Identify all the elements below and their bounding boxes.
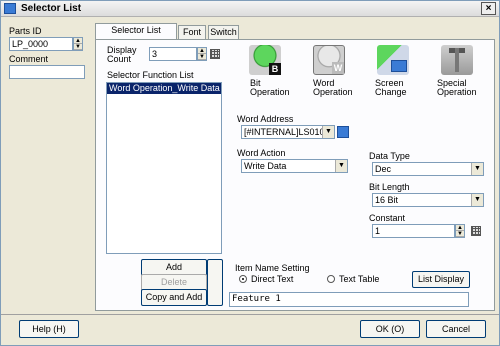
direct-text-radio[interactable] [239, 275, 247, 283]
bit-operation-label: Bit Operation [250, 78, 290, 97]
word-action-label: Word Action [237, 148, 286, 158]
close-button[interactable]: × [481, 2, 496, 15]
footer-divider [1, 314, 499, 315]
bit-length-select[interactable]: 16 Bit ▼ [372, 193, 484, 207]
help-button[interactable]: Help (H) [19, 320, 79, 338]
direct-text-label: Direct Text [251, 274, 294, 284]
screen-change-icon[interactable] [377, 45, 409, 75]
word-operation-label: Word Operation [313, 78, 353, 97]
tab-font[interactable]: Font [178, 25, 206, 39]
comment-label: Comment [9, 54, 49, 64]
ok-button[interactable]: OK (O) [360, 320, 420, 338]
data-type-label: Data Type [369, 151, 410, 161]
title-bar[interactable]: Selector List × [1, 1, 499, 17]
move-button[interactable] [207, 259, 223, 306]
screen-change-label: Screen Change [375, 78, 407, 97]
tab-switch[interactable]: Switch [208, 25, 239, 39]
list-display-button[interactable]: List Display [412, 271, 470, 288]
app-icon [4, 3, 16, 14]
item-name-setting-label: Item Name Setting [235, 263, 310, 273]
word-action-select[interactable]: Write Data ▼ [241, 159, 348, 173]
display-count-spinner[interactable]: ▲ ▼ [197, 47, 207, 61]
data-type-select[interactable]: Dec ▼ [372, 162, 484, 176]
constant-field[interactable]: 1 [372, 224, 455, 238]
special-operation-label: Special Operation [437, 78, 477, 97]
address-picker-icon[interactable] [337, 126, 349, 138]
parts-id-spinner[interactable]: ▲ ▼ [73, 37, 83, 51]
text-table-label: Text Table [339, 274, 380, 284]
word-operation-icon[interactable]: W [313, 45, 345, 75]
list-item[interactable]: Word Operation_Write Data [107, 83, 221, 94]
parts-id-label: Parts ID [9, 26, 42, 36]
window-title: Selector List [21, 3, 82, 14]
copy-and-add-button[interactable]: Copy and Add [141, 289, 207, 306]
bit-operation-icon[interactable]: B [249, 45, 281, 75]
bit-length-label: Bit Length [369, 182, 410, 192]
word-address-field[interactable]: [#INTERNAL]LS0100 ▼ [241, 125, 335, 139]
text-table-radio[interactable] [327, 275, 335, 283]
keypad-icon[interactable] [471, 226, 481, 236]
constant-label: Constant [369, 213, 406, 223]
comment-field[interactable] [9, 65, 85, 79]
display-count-label: Display Count [107, 45, 137, 64]
keypad-icon[interactable] [210, 49, 220, 59]
tab-selector-list-settings[interactable]: Selector List Settings [95, 23, 177, 48]
selector-list-dialog: Selector List × Parts ID LP_0000 ▲ ▼ Comm… [0, 0, 500, 346]
function-list-label: Selector Function List [107, 70, 194, 80]
parts-id-field[interactable]: LP_0000 [9, 37, 73, 51]
special-operation-icon[interactable] [441, 45, 473, 75]
constant-spinner[interactable]: ▲ ▼ [455, 224, 465, 238]
word-address-label: Word Address [237, 114, 294, 124]
cancel-button[interactable]: Cancel [426, 320, 486, 338]
item-name-field[interactable]: Feature 1 [229, 292, 469, 307]
function-list[interactable]: Word Operation_Write Data [106, 82, 222, 254]
display-count-field[interactable]: 3 [149, 47, 197, 61]
